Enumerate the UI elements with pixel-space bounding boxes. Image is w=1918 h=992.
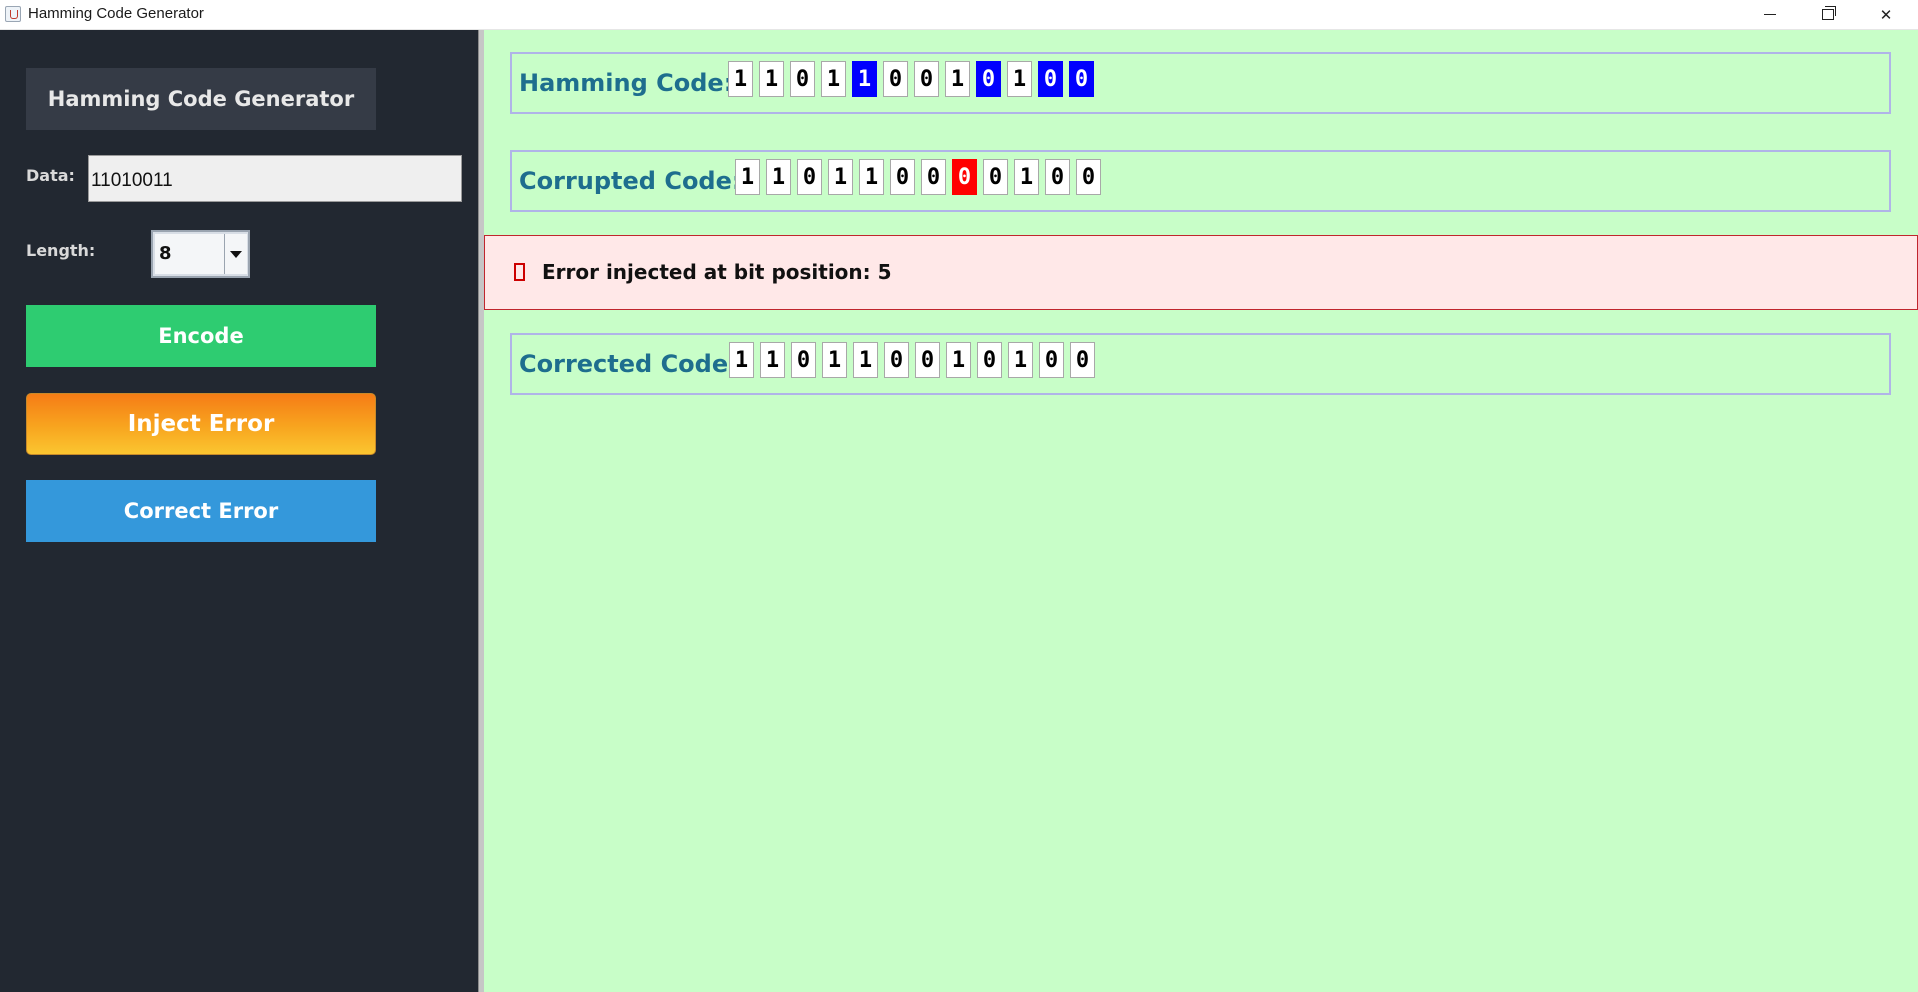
corrupted-code-panel: Corrupted Code: 1 1 0 1 1 0 0 0 0 1 0 0 — [510, 150, 1891, 212]
correct-error-button[interactable]: Correct Error — [26, 480, 376, 542]
main-panel: Hamming Code: 1 1 0 1 1 0 0 1 0 1 0 0 Co… — [484, 30, 1918, 992]
corrupted-bit: 0 — [1045, 159, 1070, 195]
hamming-bit: 1 — [945, 61, 970, 97]
sidebar: Hamming Code Generator Data: Length: 8 E… — [0, 30, 478, 992]
hamming-bit: 1 — [728, 61, 753, 97]
corrupted-code-label: Corrupted Code: — [519, 167, 742, 195]
corrected-bit: 1 — [1008, 342, 1033, 378]
hamming-bit: 0 — [790, 61, 815, 97]
corrupted-bit: 1 — [735, 159, 760, 195]
corrected-bit: 1 — [729, 342, 754, 378]
hamming-bit: 1 — [821, 61, 846, 97]
hamming-bit: 1 — [1007, 61, 1032, 97]
dropdown-arrow-button[interactable] — [224, 234, 247, 274]
corrected-bit: 0 — [791, 342, 816, 378]
inject-error-button[interactable]: Inject Error — [26, 393, 376, 455]
corrupted-code-bits: 1 1 0 1 1 0 0 0 0 1 0 0 — [735, 159, 1101, 195]
minimize-button[interactable] — [1741, 0, 1799, 29]
length-dropdown[interactable]: 8 — [151, 230, 250, 278]
corrected-code-bits: 1 1 0 1 1 0 0 1 0 1 0 0 — [729, 342, 1095, 378]
hamming-parity-bit: 0 — [1069, 61, 1094, 97]
hamming-bit: 1 — [759, 61, 784, 97]
corrected-bit: 1 — [946, 342, 971, 378]
corrupted-bit: 1 — [766, 159, 791, 195]
hamming-bit: 0 — [883, 61, 908, 97]
close-icon: ✕ — [1879, 5, 1893, 24]
hamming-code-bits: 1 1 0 1 1 0 0 1 0 1 0 0 — [728, 61, 1094, 97]
window-titlebar: Hamming Code Generator ✕ — [0, 0, 1918, 30]
length-label: Length: — [26, 241, 96, 260]
corrupted-bit: 1 — [828, 159, 853, 195]
hamming-parity-bit: 0 — [976, 61, 1001, 97]
corrupted-bit: 0 — [983, 159, 1008, 195]
corrected-bit: 0 — [1039, 342, 1064, 378]
close-button[interactable]: ✕ — [1857, 0, 1915, 29]
data-input[interactable] — [88, 155, 462, 202]
corrected-bit: 0 — [977, 342, 1002, 378]
minimize-icon — [1764, 14, 1776, 15]
chevron-down-icon — [230, 250, 242, 258]
data-label: Data: — [26, 166, 75, 185]
warning-icon — [514, 263, 525, 281]
restore-icon — [1822, 6, 1836, 20]
hamming-parity-bit: 0 — [1038, 61, 1063, 97]
hamming-code-label: Hamming Code: — [519, 69, 734, 97]
hamming-code-panel: Hamming Code: 1 1 0 1 1 0 0 1 0 1 0 0 — [510, 52, 1891, 114]
error-message-text: Error injected at bit position: 5 — [542, 260, 892, 284]
corrected-code-label: Corrected Code: — [519, 350, 738, 378]
error-message-banner: Error injected at bit position: 5 — [484, 235, 1918, 310]
java-app-icon — [5, 6, 21, 22]
corrupted-bit: 0 — [1076, 159, 1101, 195]
maximize-button[interactable] — [1799, 0, 1857, 29]
encode-button[interactable]: Encode — [26, 305, 376, 367]
window-title: Hamming Code Generator — [28, 5, 204, 22]
corrupted-bit: 0 — [797, 159, 822, 195]
corrupted-error-bit: 0 — [952, 159, 977, 195]
corrupted-bit: 0 — [921, 159, 946, 195]
corrected-code-panel: Corrected Code: 1 1 0 1 1 0 0 1 0 1 0 0 — [510, 333, 1891, 395]
corrupted-bit: 1 — [1014, 159, 1039, 195]
hamming-bit: 0 — [914, 61, 939, 97]
corrected-bit: 0 — [1070, 342, 1095, 378]
corrupted-bit: 1 — [859, 159, 884, 195]
sidebar-title: Hamming Code Generator — [26, 68, 376, 130]
corrected-bit: 0 — [915, 342, 940, 378]
corrected-bit: 1 — [853, 342, 878, 378]
hamming-parity-bit: 1 — [852, 61, 877, 97]
corrected-bit: 0 — [884, 342, 909, 378]
corrected-bit: 1 — [822, 342, 847, 378]
corrected-bit: 1 — [760, 342, 785, 378]
corrupted-bit: 0 — [890, 159, 915, 195]
length-selected-value[interactable]: 8 — [155, 234, 225, 274]
